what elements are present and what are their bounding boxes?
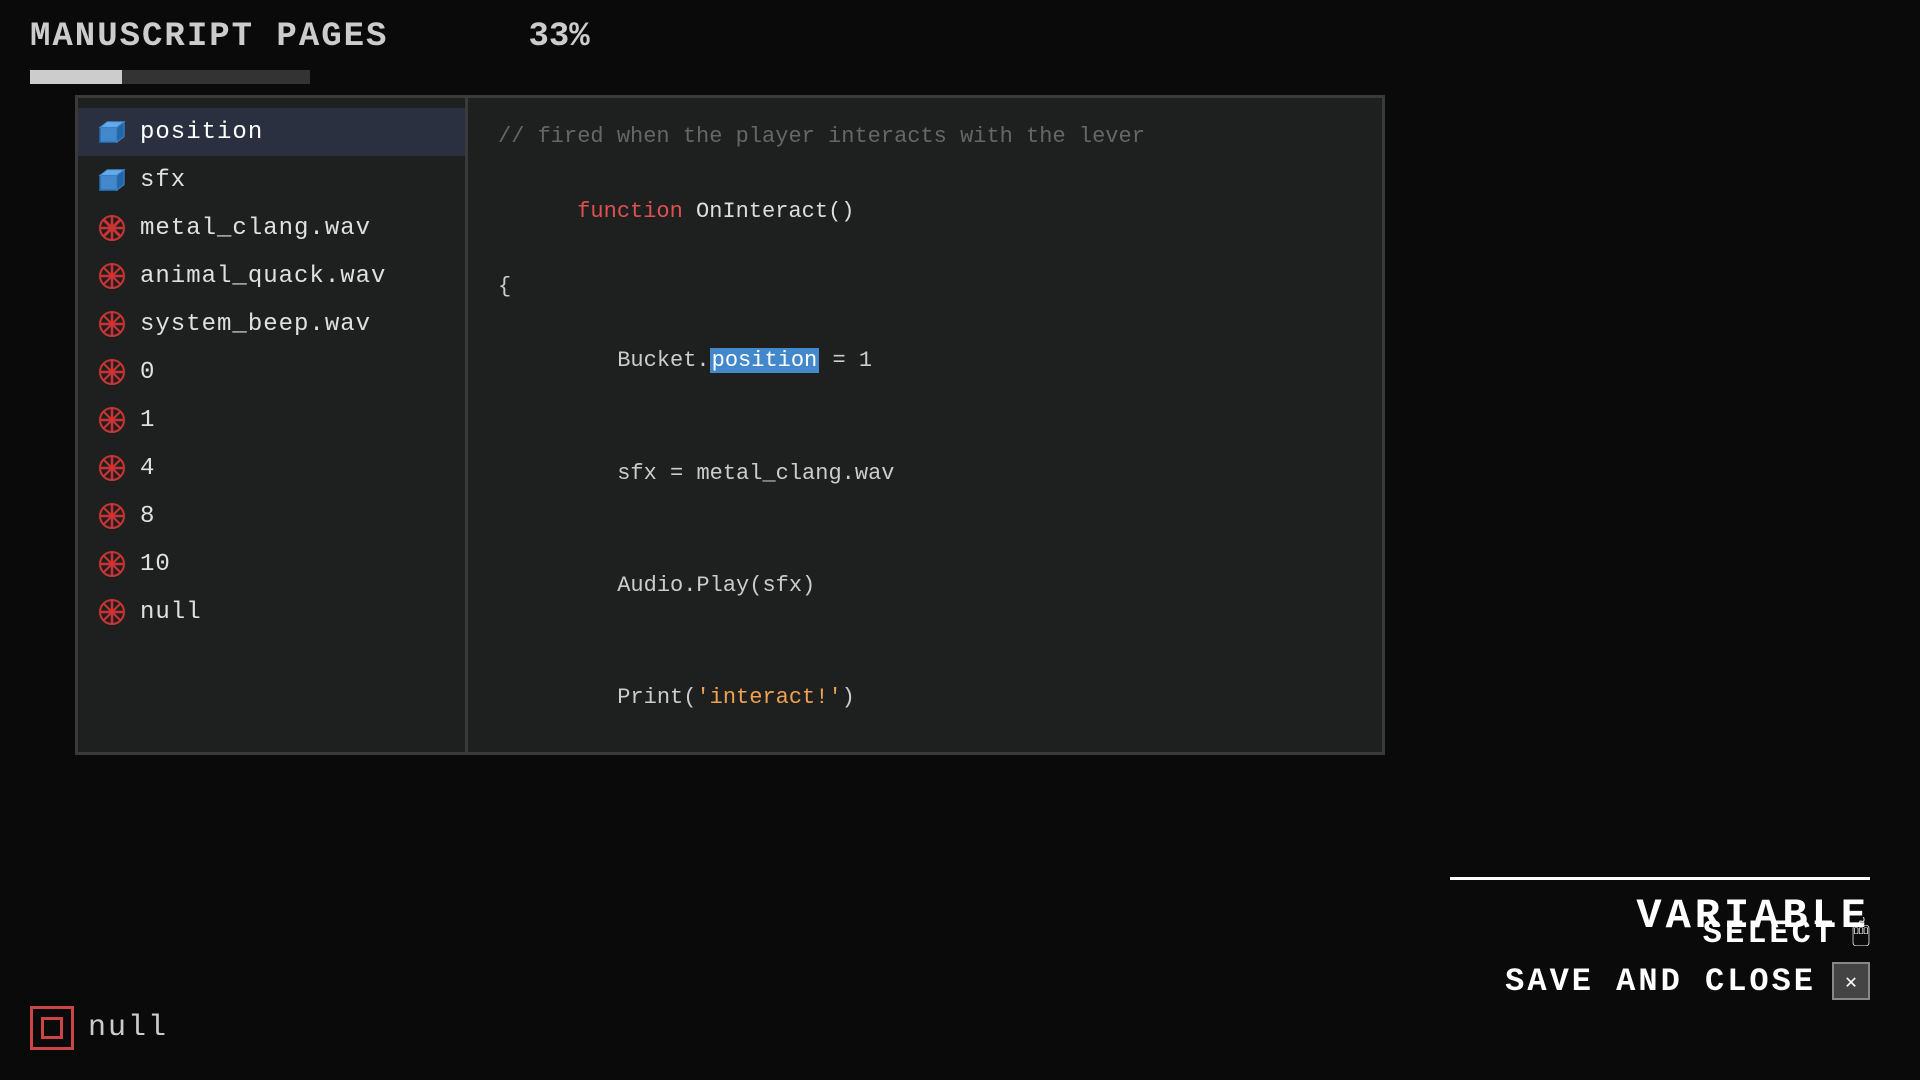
variable-label: VARIABLE [1636,892,1870,940]
red-cross-icon [98,214,126,242]
red-cross-icon-6 [98,454,126,482]
sidebar-item-system-beep[interactable]: system_beep.wav [78,300,465,348]
sidebar-label-8: 8 [140,503,155,530]
status-icon-inner [41,1017,63,1039]
sidebar-item-animal-quack[interactable]: animal_quack.wav [78,252,465,300]
red-cross-icon-3 [98,310,126,338]
separator-line [1450,877,1870,880]
red-cross-icon-4 [98,358,126,386]
code-print-line: Print('interact!') [498,641,1352,752]
progress-bar-fill [30,70,122,84]
sidebar-label-animal-quack: animal_quack.wav [140,263,386,290]
sidebar-label-metal-clang: metal_clang.wav [140,215,371,242]
status-icon [30,1006,74,1050]
code-comment: // fired when the player interacts with … [498,118,1352,155]
sidebar-label-0: 0 [140,359,155,386]
sfx-value: metal_clang.wav [696,461,894,486]
print-close: ) [842,685,855,710]
sidebar-item-position[interactable]: position [78,108,465,156]
save-and-close-button[interactable]: SAVE AND CLOSE ✕ [1505,962,1870,1000]
assign-value: 1 [859,348,872,373]
code-sfx-line: sfx = metal_clang.wav [498,417,1352,529]
audio-play: Audio.Play(sfx) [617,573,815,598]
sidebar-item-0[interactable]: 0 [78,348,465,396]
blue-cube-icon [98,118,126,146]
code-bucket-line: Bucket.position = 1 [498,305,1352,417]
print-string: 'interact!' [696,685,841,710]
sfx-operator: = [670,461,696,486]
code-open-brace: { [498,268,1352,305]
sidebar-item-1[interactable]: 1 [78,396,465,444]
sidebar-label-null: null [140,599,202,626]
sidebar-label-1: 1 [140,407,155,434]
status-value: null [88,1011,168,1045]
sidebar-label-position: position [140,119,263,146]
sidebar-label-system-beep: system_beep.wav [140,311,371,338]
progress-bar [30,70,310,84]
keyword-function: function [577,199,696,224]
print-call: Print( [617,685,696,710]
sidebar-label-4: 4 [140,455,155,482]
sidebar-item-sfx[interactable]: sfx [78,156,465,204]
position-highlighted: position [710,348,820,373]
sidebar: position sfx [78,98,468,752]
title-line: Manuscript Pages 33% [30,18,590,56]
sidebar-item-metal-clang[interactable]: metal_clang.wav [78,204,465,252]
code-panel: // fired when the player interacts with … [468,98,1382,752]
red-cross-icon-8 [98,550,126,578]
sidebar-item-4[interactable]: 4 [78,444,465,492]
sfx-identifier: sfx [617,461,670,486]
sidebar-item-10[interactable]: 10 [78,540,465,588]
close-key-icon: ✕ [1832,962,1870,1000]
blue-cube-icon-sfx [98,166,126,194]
code-function-line: function OnInteract() [498,155,1352,267]
function-name: OnInteract() [696,199,854,224]
top-bar: Manuscript Pages 33% [0,0,1920,94]
bottom-left-status: null [30,1006,168,1050]
sidebar-label-sfx: sfx [140,167,186,194]
main-panel: position sfx [75,95,1385,755]
title-block: Manuscript Pages 33% [30,18,590,84]
sidebar-item-8[interactable]: 8 [78,492,465,540]
sidebar-label-10: 10 [140,551,171,578]
save-close-label: SAVE AND CLOSE [1505,963,1816,1000]
progress-percent: 33% [528,18,589,56]
code-audio-line: Audio.Play(sfx) [498,529,1352,641]
red-cross-icon-5 [98,406,126,434]
assign-operator: = [819,348,859,373]
bucket-identifier: Bucket. [617,348,709,373]
sidebar-item-null[interactable]: null [78,588,465,636]
red-cross-icon-2 [98,262,126,290]
red-cross-icon-9 [98,598,126,626]
red-cross-icon-7 [98,502,126,530]
manuscript-title: Manuscript Pages [30,18,388,56]
